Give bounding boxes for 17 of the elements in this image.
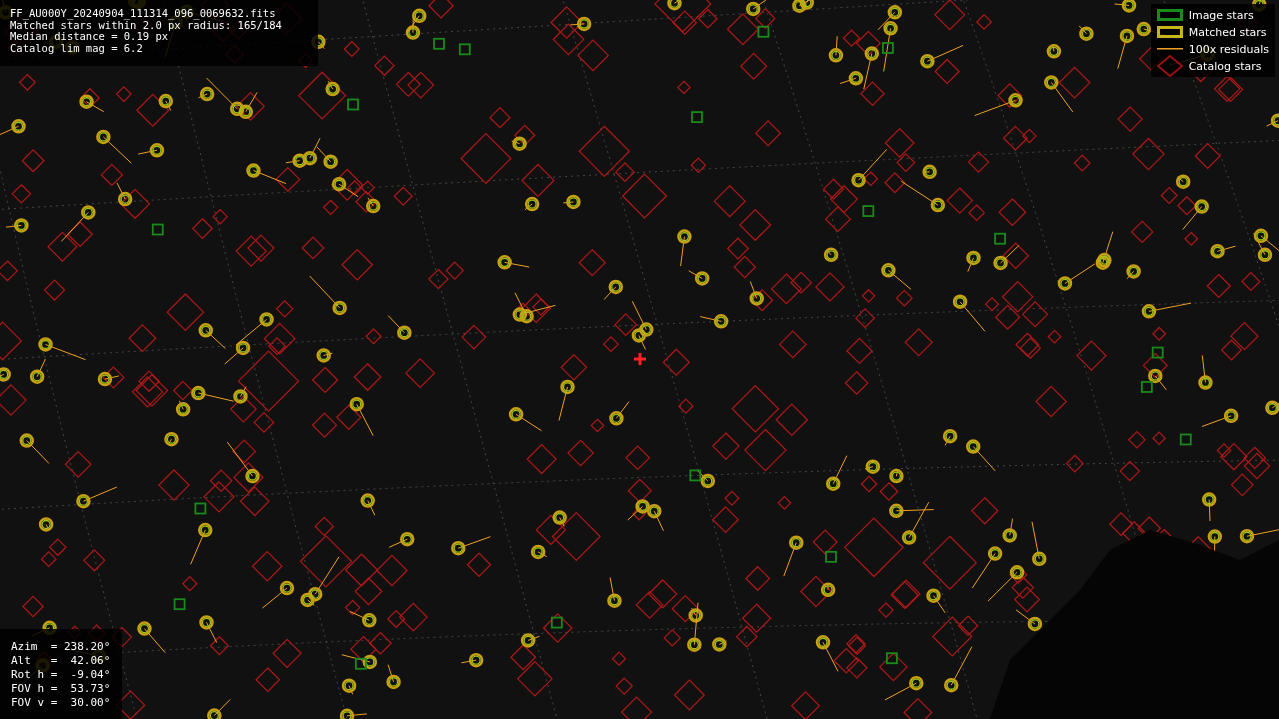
pointing-text: Azim = 238.20° [11,640,112,654]
legend-label: Matched stars [1188,25,1267,39]
square-swatch-icon [1156,26,1183,38]
legend-label: Catalog stars [1188,59,1262,73]
info-text: Median distance = 0.19 px [10,31,169,43]
pointing-text: Rot h = -9.04° [11,668,112,682]
info-text: FF_AU000Y_20240904_111314_096_0069632.fits [10,8,277,20]
pointing-text: FOV v = 30.00° [11,696,112,710]
diamond-swatch-icon [1156,55,1183,77]
info-text: Matched stars within 2.0 px radius: 165/184 [10,19,283,31]
info-text: Catalog lim mag = 6.2 [10,42,144,54]
line-swatch-icon [1156,47,1183,51]
pointing-text: Alt = 42.06° [11,654,112,668]
legend-label: Image stars [1188,8,1254,22]
square-swatch-icon [1156,9,1183,21]
pointing-text: FOV h = 53.73° [11,682,112,696]
legend-label: 100x residuals [1188,42,1269,56]
